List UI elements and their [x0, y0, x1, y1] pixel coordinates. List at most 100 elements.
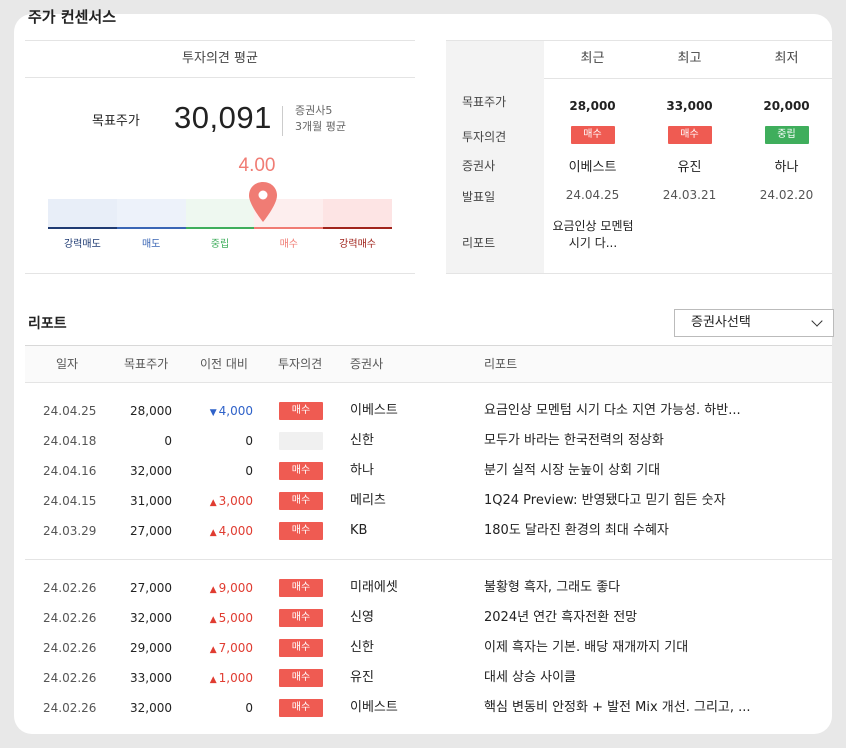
- report-row[interactable]: 24.02.26 27,000 ▲ 9,000 매수 미래에셋 불황형 흑자, 그래도 좋다: [25, 573, 832, 603]
- report-title-link[interactable]: 모두가 바라는 한국전력의 정상화: [484, 426, 664, 456]
- report-firm: 이베스트: [350, 700, 398, 715]
- report-row[interactable]: 24.04.15 31,000 ▲ 3,000 매수 메리츠 1Q24 Preview: 반…: [25, 486, 832, 516]
- opinion-badge: 중립: [764, 126, 809, 144]
- report-title-link[interactable]: 180도 달라진 환경의 최대 수혜자: [484, 516, 669, 546]
- report-row[interactable]: 24.04.25 28,000 ▼ 4,000 매수 이베스트 요금인상 모멘텀 시기 다소…: [25, 396, 832, 426]
- report-change-value: 4,000: [218, 404, 253, 418]
- divider: [446, 273, 832, 274]
- report-change: 0: [185, 693, 253, 723]
- col-header-date: 일자: [56, 357, 79, 371]
- report-row[interactable]: 24.02.26 29,000 ▲ 7,000 매수 신한 이제 흑자는 기본. 배당 재개…: [25, 633, 832, 663]
- opinion-badge: 매수: [279, 522, 323, 540]
- summary-row-label: 리포트: [462, 236, 496, 250]
- report-target: 32,000: [130, 611, 172, 625]
- triangle-up-icon: ▲: [209, 675, 217, 685]
- report-opinion: 매수: [279, 639, 323, 657]
- gauge-segment-bar: [48, 227, 117, 229]
- broker-select[interactable]: 증권사선택: [674, 309, 834, 337]
- report-date: 24.02.26: [43, 671, 97, 685]
- report-change: ▼ 4,000: [185, 396, 253, 428]
- report-change-value: 0: [245, 434, 253, 448]
- report-target: 27,000: [130, 581, 172, 595]
- report-change-value: 7,000: [218, 641, 253, 655]
- report-date: 24.02.26: [43, 611, 97, 625]
- gauge-label: 매도: [141, 239, 161, 250]
- report-firm: 이베스트: [350, 403, 398, 418]
- report-row[interactable]: 24.04.16 32,000 0 매수 하나 분기 실적 시장 눈높이 상회 기대: [25, 456, 832, 486]
- report-change: 0: [185, 426, 253, 456]
- gauge-segment-bar: [254, 227, 324, 229]
- report-target: 33,000: [130, 671, 172, 685]
- opinion-badge: 매수: [667, 126, 712, 144]
- report-target: 27,000: [130, 524, 172, 538]
- summary-row-label: 발표일: [462, 190, 496, 204]
- gauge-label: 중립: [210, 239, 230, 250]
- report-row[interactable]: 24.02.26 33,000 ▲ 1,000 매수 유진 대세 상승 사이클: [25, 663, 832, 693]
- report-change: ▲ 7,000: [185, 633, 253, 665]
- report-title-link[interactable]: 분기 실적 시장 눈높이 상회 기대: [484, 456, 660, 486]
- summary-header-high: 최고: [677, 51, 702, 66]
- gauge-segment: [116, 199, 186, 229]
- summary-header-recent: 최근: [580, 51, 605, 66]
- report-firm: 유진: [350, 670, 374, 685]
- broker-select-value: 증권사선택: [691, 315, 751, 330]
- summary-firm: 하나: [774, 160, 799, 175]
- gauge-segment-bar: [185, 227, 255, 229]
- report-title-link[interactable]: 이제 흑자는 기본. 배당 재개까지 기대: [484, 633, 688, 663]
- report-opinion: 매수: [279, 462, 323, 480]
- gauge-label: 강력매수: [339, 239, 376, 250]
- report-firm: 미래에셋: [350, 580, 398, 595]
- target-price-label: 목표주가: [92, 114, 140, 129]
- report-title-link[interactable]: 요금인상 모멘텀 시기 다소 지연 가능성. 하반...: [484, 396, 741, 426]
- report-title-link[interactable]: 핵심 변동비 안정화 + 발전 Mix 개선. 그리고, ...: [484, 693, 751, 723]
- triangle-up-icon: ▲: [209, 528, 217, 538]
- summary-target: 33,000: [666, 99, 713, 113]
- divider: [25, 77, 415, 78]
- report-change: ▲ 9,000: [185, 573, 253, 605]
- report-target: 32,000: [130, 464, 172, 478]
- report-date: 24.02.26: [43, 641, 97, 655]
- report-row[interactable]: 24.02.26 32,000 0 매수 이베스트 핵심 변동비 안정화 + 발전 Mix…: [25, 693, 832, 723]
- report-opinion: 매수: [279, 402, 323, 420]
- divider: [282, 106, 283, 136]
- summary-row-label: 투자의견: [462, 130, 507, 144]
- summary-opinion: 중립: [738, 126, 835, 144]
- report-change-value: 4,000: [218, 524, 253, 538]
- report-row[interactable]: 24.03.29 27,000 ▲ 4,000 매수 KB 180도 달라진 환경의 최대 …: [25, 516, 832, 546]
- summary-report-link[interactable]: 요금인상 모멘텀 시기 다...: [550, 218, 636, 252]
- report-target: 32,000: [130, 701, 172, 715]
- gauge-label: 매수: [279, 239, 298, 250]
- report-change: ▲ 5,000: [185, 603, 253, 635]
- report-change: 0: [185, 456, 253, 486]
- location-pin-icon: [249, 182, 277, 222]
- opinion-gauge: [48, 199, 392, 229]
- gauge-segment: [48, 199, 117, 229]
- col-header-firm: 증권사: [350, 357, 384, 371]
- report-title-link[interactable]: 대세 상승 사이클: [484, 663, 576, 693]
- report-date: 24.04.18: [43, 434, 97, 448]
- report-title-link[interactable]: 1Q24 Preview: 반영됐다고 믿기 힘든 숫자: [484, 486, 726, 516]
- summary-opinion: 매수: [544, 126, 641, 144]
- opinion-badge: 매수: [279, 639, 323, 657]
- report-change-value: 9,000: [218, 581, 253, 595]
- report-title-link[interactable]: 2024년 연간 흑자전환 전망: [484, 603, 637, 633]
- report-change: ▲ 1,000: [185, 663, 253, 695]
- opinion-badge: 매수: [279, 669, 323, 687]
- report-row[interactable]: 24.04.18 0 0 신한 모두가 바라는 한국전력의 정상화: [25, 426, 832, 456]
- summary-firm: 유진: [677, 160, 702, 175]
- report-opinion: 매수: [279, 699, 323, 717]
- report-row[interactable]: 24.02.26 32,000 ▲ 5,000 매수 신영 2024년 연간 흑자전환 전망: [25, 603, 832, 633]
- triangle-up-icon: ▲: [209, 498, 217, 508]
- report-change: ▲ 4,000: [185, 516, 253, 548]
- triangle-up-icon: ▲: [209, 645, 217, 655]
- summary-date: 24.02.20: [759, 188, 814, 202]
- report-title-link[interactable]: 불황형 흑자, 그래도 좋다: [484, 573, 620, 603]
- col-header-change: 이전 대비: [200, 357, 248, 371]
- summary-date: 24.04.25: [565, 188, 620, 202]
- summary-header-low: 최저: [774, 51, 799, 66]
- report-change: ▲ 3,000: [185, 486, 253, 518]
- report-date: 24.02.26: [43, 581, 97, 595]
- report-opinion: 매수: [279, 669, 323, 687]
- summary-firm: 이베스트: [568, 160, 617, 175]
- report-opinion: 매수: [279, 579, 323, 597]
